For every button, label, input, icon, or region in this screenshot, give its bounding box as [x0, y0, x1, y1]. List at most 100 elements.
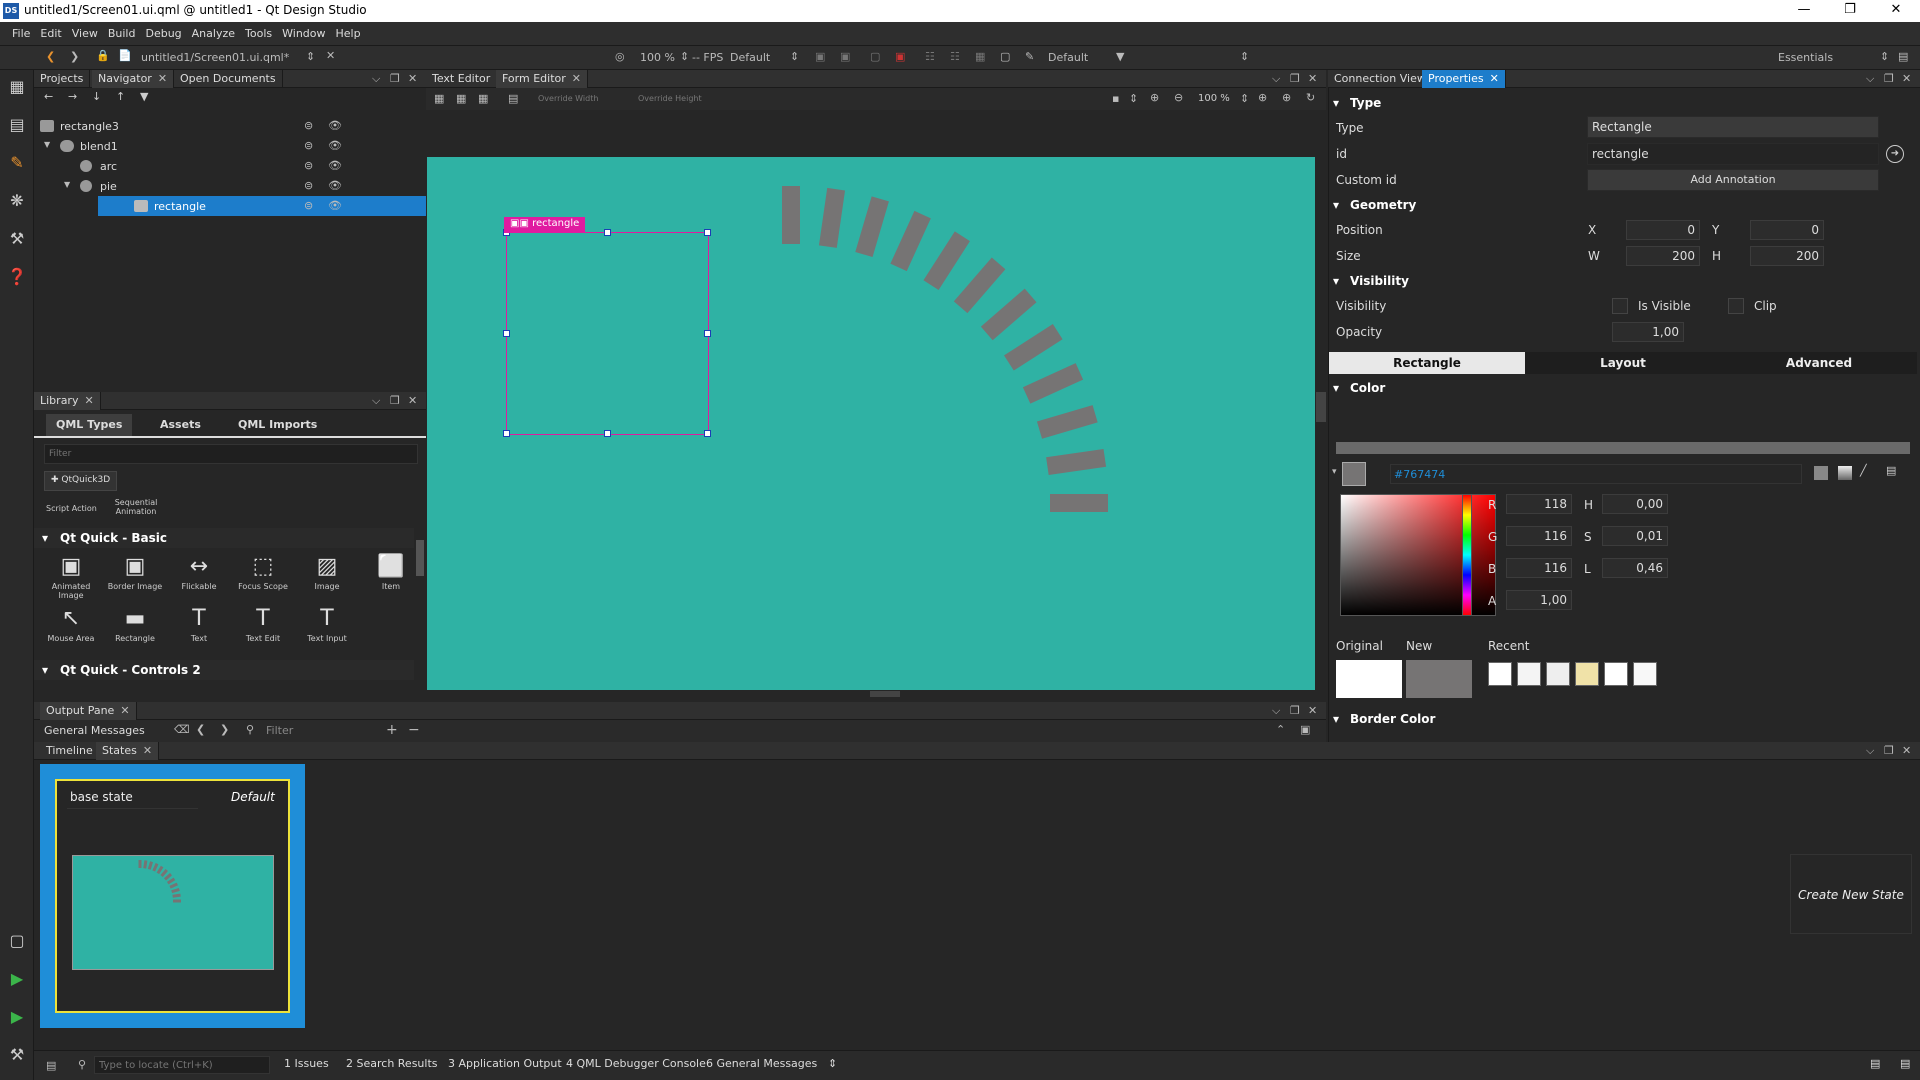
add-annotation-button[interactable]: Add Annotation	[1587, 169, 1879, 191]
zoom-fit-icon[interactable]: ⊕	[1258, 91, 1267, 104]
close-tab-icon[interactable]: ✕	[572, 72, 581, 85]
menu-edit[interactable]: Edit	[35, 22, 66, 40]
run-icon[interactable]: ▶	[6, 968, 28, 990]
override-height[interactable]: Override Height	[638, 94, 702, 103]
close-panel-icon[interactable]: ✕	[1902, 744, 1911, 757]
lib-item-border-image[interactable]: ▣ Border Image	[104, 552, 166, 604]
output-category[interactable]: General Messages	[44, 724, 145, 737]
column-icon[interactable]: ☷	[925, 50, 935, 63]
opacity-spinbox[interactable]: 1,00	[1612, 322, 1684, 342]
tab-states[interactable]: States ✕	[96, 742, 160, 760]
theme-select[interactable]: Default	[1048, 51, 1088, 64]
nav-item-rectangle3[interactable]: rectangle3 ⊜ 👁	[0, 116, 426, 136]
collapse-arrow-icon[interactable]: ▾	[1333, 96, 1339, 110]
vertical-scroll-thumb[interactable]	[1316, 392, 1326, 422]
workspace-dropdown-icon[interactable]: ⇕	[1880, 50, 1889, 63]
resize-handle[interactable]	[704, 330, 711, 337]
workspace-select[interactable]: Essentials	[1778, 51, 1833, 64]
menu-window[interactable]: Window	[277, 22, 330, 40]
tab-form-editor[interactable]: Form Editor ✕	[496, 70, 588, 88]
close-tab-icon[interactable]: ✕	[1490, 72, 1499, 85]
new-color-swatch[interactable]	[1406, 660, 1472, 698]
zoom-stepper-icon[interactable]: ⇕	[680, 50, 689, 63]
type-field[interactable]: Rectangle	[1587, 116, 1879, 138]
subtab-advanced[interactable]: Advanced	[1721, 352, 1917, 374]
zoom-in-icon[interactable]: +	[386, 722, 398, 738]
close-tab-icon[interactable]: ✕	[120, 704, 129, 717]
minimize-icon[interactable]: —	[1786, 2, 1822, 20]
menu-build[interactable]: Build	[103, 22, 141, 40]
recent-color-swatch[interactable]	[1546, 662, 1570, 686]
menu-view[interactable]: View	[67, 22, 103, 40]
edit-theme-icon[interactable]: ✎	[1025, 50, 1034, 63]
float-panel-icon[interactable]: ❐	[1290, 704, 1300, 717]
library-filter-input[interactable]	[44, 444, 418, 464]
status-issues[interactable]: 1 Issues	[284, 1057, 329, 1070]
tab-library[interactable]: Library ✕	[34, 392, 101, 410]
right-sidebar-icon[interactable]: ▤	[1900, 1057, 1910, 1070]
status-more-icon[interactable]: ⇕	[828, 1057, 837, 1070]
close-document-icon[interactable]: ✕	[326, 49, 335, 62]
resize-handle[interactable]	[503, 430, 510, 437]
lib-item-sequential-animation[interactable]: Sequential Animation	[112, 498, 160, 516]
collapse-arrow-icon[interactable]: ▾	[1333, 198, 1339, 212]
refresh-icon[interactable]: ↻	[1306, 91, 1315, 104]
selection-frame[interactable]	[503, 229, 711, 437]
section-qt-quick-controls[interactable]: ▾ Qt Quick - Controls 2	[34, 660, 414, 680]
eyedropper-icon[interactable]: ▤	[1886, 464, 1896, 477]
resize-handle[interactable]	[704, 430, 711, 437]
tab-open-documents[interactable]: Open Documents	[174, 70, 283, 88]
lib-item-mouse-area[interactable]: ↖ Mouse Area	[40, 604, 102, 656]
collapse-arrow-icon[interactable]: ▼	[44, 140, 50, 149]
nav-item-arc[interactable]: arc ⊜ 👁	[0, 156, 426, 176]
section-qt-quick-basic[interactable]: ▾ Qt Quick - Basic	[34, 528, 414, 548]
panel-menu-icon[interactable]: ⌵	[372, 394, 380, 408]
maximize-pane-icon[interactable]: ⌃	[1276, 723, 1285, 736]
x-spinbox[interactable]: 0	[1626, 220, 1700, 240]
reset-view-icon[interactable]: ▤	[508, 92, 518, 105]
id-field[interactable]: rectangle	[1587, 143, 1879, 165]
lock-toggle-icon[interactable]: ⊜	[304, 139, 313, 152]
lock-toggle-icon[interactable]: ⊜	[304, 179, 313, 192]
zoom-icon[interactable]: ◎	[615, 50, 625, 63]
tab-navigator[interactable]: Navigator ✕	[92, 70, 175, 88]
panel-menu-icon[interactable]: ⌵	[1272, 72, 1280, 86]
close-tab-icon[interactable]: ✕	[143, 744, 152, 757]
panel-menu-icon[interactable]: ⌵	[1272, 704, 1280, 718]
progress-toggle-icon[interactable]: ▤	[1870, 1057, 1880, 1070]
width-spinbox[interactable]: 200	[1626, 246, 1700, 266]
alpha-spinbox[interactable]: 1,00	[1506, 590, 1572, 610]
resize-handle[interactable]	[503, 330, 510, 337]
saturation-spinbox[interactable]: 0,01	[1602, 526, 1668, 546]
menu-tools[interactable]: Tools	[240, 22, 277, 40]
zoom-in-icon[interactable]: ⊕	[1150, 91, 1159, 104]
snap-icon[interactable]: ▦	[434, 92, 444, 105]
clip-checkbox[interactable]	[1728, 298, 1744, 314]
tab-text-editor[interactable]: Text Editor	[426, 70, 498, 88]
nav-item-pie[interactable]: ▼ pie ⊜ 👁	[0, 176, 426, 196]
color-expand-icon[interactable]: ▾	[1332, 467, 1337, 477]
library-scrollbar[interactable]	[416, 540, 424, 576]
export-alias-icon[interactable]: ➜	[1886, 145, 1904, 163]
float-panel-icon[interactable]: ❐	[1884, 72, 1894, 85]
status-application-output[interactable]: 3 Application Output	[448, 1057, 562, 1070]
tab-output-pane[interactable]: Output Pane ✕	[40, 702, 137, 720]
output-filter[interactable]: Filter	[266, 724, 293, 737]
move-down-icon[interactable]: ↓	[92, 90, 101, 103]
nav-item-rectangle[interactable]: rectangle ⊜ 👁	[98, 196, 426, 216]
recent-color-swatch[interactable]	[1488, 662, 1512, 686]
design-canvas[interactable]: ▣▣ rectangle	[427, 157, 1315, 690]
hide-pane-icon[interactable]: ▣	[1300, 723, 1310, 736]
float-panel-icon[interactable]: ❐	[1884, 744, 1894, 757]
root-selector-icon[interactable]: ▪	[1112, 92, 1119, 105]
forward-icon[interactable]: ❯	[70, 50, 79, 63]
original-color-swatch[interactable]	[1336, 660, 1402, 698]
editor-zoom[interactable]: 100 %	[1198, 93, 1230, 104]
lib-item-focus-scope[interactable]: ⬚ Focus Scope	[232, 552, 294, 604]
recent-color-swatch[interactable]	[1575, 662, 1599, 686]
panel-menu-icon[interactable]: ⌵	[372, 72, 380, 86]
snap-anchor-icon[interactable]: ▦	[456, 92, 466, 105]
row-icon[interactable]: ☷	[950, 50, 960, 63]
nav-item-blend1[interactable]: ▼ blend1 ⊜ 👁	[0, 136, 426, 156]
current-color-swatch[interactable]	[1342, 462, 1366, 486]
